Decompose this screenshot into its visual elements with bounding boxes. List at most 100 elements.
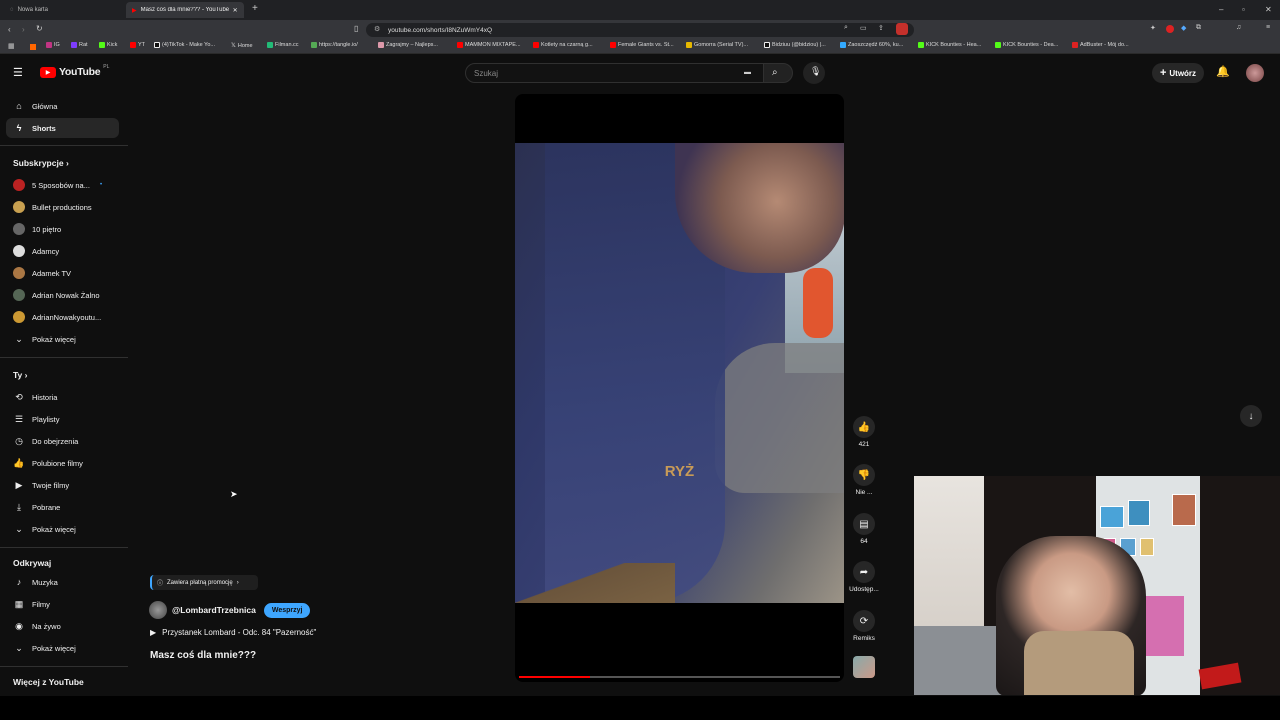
- close-window-icon[interactable]: ✕: [1265, 5, 1272, 14]
- media-icon[interactable]: ♫: [1236, 24, 1241, 31]
- search-icon: ⌕: [772, 67, 778, 78]
- puzzle-icon[interactable]: ⧉: [1196, 24, 1201, 32]
- sidebar-item-liked[interactable]: 👍 Polubione filmy: [6, 453, 119, 473]
- remix-button[interactable]: ⟳ Remiks: [848, 610, 880, 642]
- show-more-explore[interactable]: ⌄ Pokaż więcej: [6, 638, 119, 658]
- menu-icon[interactable]: ≡: [1266, 24, 1270, 31]
- paid-promotion-badge[interactable]: ⓘ Zawiera płatną promocję ›: [150, 575, 258, 590]
- bookmark-item[interactable]: Rat: [71, 42, 88, 48]
- subscriptions-heading[interactable]: Subskrypcje ›: [13, 158, 69, 168]
- screenshot-icon[interactable]: ▭: [860, 24, 867, 32]
- like-button[interactable]: 👍 421: [848, 416, 880, 448]
- sidebar-sub-item[interactable]: Adamek TV: [6, 263, 119, 283]
- search-button[interactable]: ⌕: [763, 63, 793, 83]
- sidebar-sub-item[interactable]: Adrian Nowak Żalno: [6, 285, 119, 305]
- bookmark-item[interactable]: YT: [130, 42, 145, 48]
- tab-new[interactable]: ◌ Nowa karta: [4, 2, 124, 18]
- video-frame: [515, 143, 844, 603]
- sidebar-item-your-videos[interactable]: ▶ Twoje filmy: [6, 475, 119, 495]
- dislike-button[interactable]: 👎 Nie ...: [848, 464, 880, 496]
- bookmark-item[interactable]: AdBuster - Mój do...: [1072, 42, 1129, 48]
- video-caption: RYŻ: [664, 463, 695, 480]
- next-short-button[interactable]: ↓: [1240, 405, 1262, 427]
- bookmark-item[interactable]: Gomorra (Serial TV)...: [686, 42, 748, 48]
- url-input[interactable]: ⚙ youtube.com/shorts/I8NZuWmY4xQ: [366, 23, 914, 37]
- channel-avatar[interactable]: [149, 601, 167, 619]
- avatar[interactable]: [1246, 64, 1264, 82]
- channel-name[interactable]: @LombardTrzebnica: [172, 605, 256, 615]
- sidebar-item-live[interactable]: ◉ Na żywo: [6, 616, 119, 636]
- kick-icon: [918, 42, 924, 48]
- bookmark-item[interactable]: Kotlety na czarną g...: [533, 42, 593, 48]
- new-tab-button[interactable]: +: [252, 3, 258, 14]
- zoom-icon[interactable]: ⌕: [844, 24, 848, 32]
- bookmark-item[interactable]: 𝕏 Home: [231, 42, 253, 50]
- create-button[interactable]: + Utwórz: [1152, 63, 1204, 83]
- bookmark-item[interactable]: MAMMON MIXTAPE...: [457, 42, 521, 48]
- sidebar-item-watch-later[interactable]: ◷ Do obejrzenia: [6, 431, 119, 451]
- sidebar-item-shorts[interactable]: ϟ Shorts: [6, 118, 119, 138]
- bookmark-item[interactable]: https://tangle.io/: [311, 42, 358, 48]
- youtube-icon: [457, 42, 463, 48]
- restore-icon[interactable]: ▫: [1242, 5, 1245, 14]
- bookmark-item[interactable]: IG: [46, 42, 60, 48]
- browser-tab-bar: ◌ Nowa karta ▶ Masz coś dla mnie??? - Yo…: [0, 0, 1280, 20]
- voice-search-button[interactable]: 🎙: [803, 62, 825, 84]
- forward-icon[interactable]: ›: [22, 25, 25, 34]
- bookmark-item[interactable]: (4)TikTok - Make Yo...: [154, 42, 215, 48]
- bookmark-item[interactable]: Female Giants vs. St...: [610, 42, 674, 48]
- extension-red-icon[interactable]: [1166, 25, 1174, 33]
- bookmark-icon[interactable]: ▯: [354, 24, 358, 33]
- apps-icon[interactable]: ▦: [8, 42, 15, 50]
- bookmark-item[interactable]: Zaoszczędź 60%, ku...: [840, 42, 903, 48]
- sidebar-item-downloads[interactable]: ⤓ Pobrane: [6, 497, 119, 517]
- notifications-bell-icon[interactable]: 🔔: [1216, 65, 1230, 78]
- youtube-favicon-icon: ▶: [132, 7, 137, 14]
- share-icon[interactable]: ⇪: [878, 24, 884, 32]
- bookmark-item[interactable]: Kick: [99, 42, 117, 48]
- show-more-subscriptions[interactable]: ⌄ Pokaż więcej: [6, 329, 119, 349]
- show-more-you[interactable]: ⌄ Pokaż więcej: [6, 519, 119, 539]
- short-video-player[interactable]: RYŻ: [515, 94, 844, 682]
- bookmark-item[interactable]: Zagrajmy – Najleps...: [378, 42, 438, 48]
- share-arrow-icon: ➦: [853, 561, 875, 583]
- youtube-logo[interactable]: ▶ YouTube PL: [40, 64, 110, 78]
- reload-icon[interactable]: ↻: [36, 24, 43, 33]
- sidebar-item-history[interactable]: ⟲ Historia: [6, 387, 119, 407]
- sidebar-sub-item[interactable]: Adamcy: [6, 241, 119, 261]
- playlist-link[interactable]: ▶ Przystanek Lombard - Odc. 84 "Pazernoś…: [150, 628, 316, 637]
- minimize-icon[interactable]: –: [1219, 5, 1223, 14]
- comments-button[interactable]: ▤ 64: [848, 513, 880, 545]
- sidebar-sub-item[interactable]: 10 piętro: [6, 219, 119, 239]
- sidebar-item-music[interactable]: ♪ Muzyka: [6, 572, 119, 592]
- support-button[interactable]: Wesprzyj: [263, 602, 311, 618]
- sidebar-item-label: Polubione filmy: [32, 458, 83, 468]
- search-input[interactable]: Szukaj ▬: [465, 63, 765, 83]
- sidebar-item-playlists[interactable]: ☰ Playlisty: [6, 409, 119, 429]
- poster-image: [1172, 494, 1196, 526]
- sidebar-sub-item[interactable]: AdrianNowakyoutu...: [6, 307, 119, 327]
- bookmark-item[interactable]: Bidziuu (@bidziou) |...: [764, 42, 826, 48]
- site-info-icon[interactable]: ⚙: [374, 25, 380, 33]
- brave-shield-icon[interactable]: [896, 23, 908, 35]
- bookmark-item[interactable]: Filman.cc: [267, 42, 299, 48]
- chevron-down-icon: ⌄: [15, 523, 23, 534]
- logo-region: PL: [103, 64, 110, 70]
- share-button[interactable]: ➦ Udostęp...: [848, 561, 880, 593]
- hamburger-menu-icon[interactable]: ☰: [13, 66, 23, 79]
- bookmark-item[interactable]: KICK Bounties - Dea...: [995, 42, 1058, 48]
- extension-icon[interactable]: ✦: [1150, 24, 1156, 32]
- close-tab-icon[interactable]: ✕: [233, 7, 238, 14]
- tab-youtube[interactable]: ▶ Masz coś dla mnie??? - YouTube ✕: [126, 2, 244, 18]
- sidebar-item-home[interactable]: ⌂ Główna: [6, 96, 119, 116]
- bookmark-item[interactable]: KICK Bounties - Hea...: [918, 42, 981, 48]
- webcam-overlay: [914, 476, 1280, 695]
- sidebar-sub-item[interactable]: Bullet productions: [6, 197, 119, 217]
- you-heading[interactable]: Ty ›: [13, 370, 28, 380]
- back-icon[interactable]: ‹: [8, 25, 11, 34]
- sidebar-item-films[interactable]: ▦ Filmy: [6, 594, 119, 614]
- keyboard-icon[interactable]: ▬: [744, 69, 751, 76]
- sidebar-sub-item[interactable]: 5 Sposobów na... •: [6, 175, 119, 195]
- extension-blue-icon[interactable]: ◆: [1181, 24, 1186, 32]
- sound-thumbnail[interactable]: [853, 656, 875, 678]
